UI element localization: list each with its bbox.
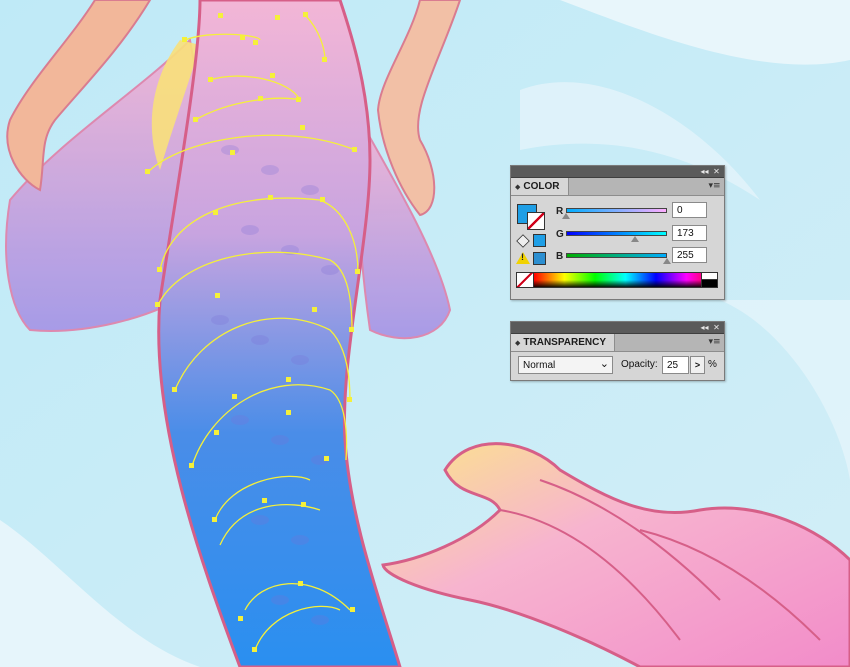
channel-g-label: G xyxy=(556,229,564,240)
channel-r-thumb[interactable] xyxy=(562,213,570,219)
transparency-panel[interactable]: ◂◂ ✕ ◆ TRANSPARENCY ▾≡ Normal ⌄ Opacity: … xyxy=(510,321,725,381)
warning-glyph: ! xyxy=(521,252,524,262)
channel-b-label: B xyxy=(556,251,564,262)
chevron-right-icon: > xyxy=(694,360,701,370)
blend-mode-select[interactable]: Normal ⌄ xyxy=(518,356,613,374)
panel-menu-icon[interactable]: ▾≡ xyxy=(708,337,721,348)
tab-arrows-icon: ◆ xyxy=(515,339,521,347)
color-panel[interactable]: ◂◂ ✕ ◆ COLOR ▾≡ ! R 0 G 173 B 255 xyxy=(510,165,725,300)
double-left-arrow-icon[interactable]: ◂◂ xyxy=(699,166,710,177)
percent-sign: % xyxy=(708,359,717,370)
transparency-panel-titlebar[interactable]: ◂◂ ✕ xyxy=(511,322,724,334)
blend-mode-value: Normal xyxy=(523,360,556,371)
opacity-stepper-button[interactable]: > xyxy=(690,356,705,374)
close-icon[interactable]: ✕ xyxy=(711,166,722,177)
panel-menu-icon[interactable]: ▾≡ xyxy=(708,181,721,192)
channel-r-input[interactable]: 0 xyxy=(672,202,707,218)
tab-transparency-label: TRANSPARENCY xyxy=(523,337,606,348)
tab-color-label: COLOR xyxy=(523,181,560,192)
tab-transparency[interactable]: ◆ TRANSPARENCY xyxy=(511,334,615,351)
web-safe-cube-icon[interactable] xyxy=(516,234,530,248)
black-swatch[interactable] xyxy=(701,279,718,288)
channel-g-thumb[interactable] xyxy=(630,236,639,242)
channel-g-slider[interactable] xyxy=(566,231,667,236)
channel-b-slider[interactable] xyxy=(566,253,667,258)
none-swatch[interactable] xyxy=(516,272,534,288)
color-spectrum-bar[interactable] xyxy=(533,272,718,288)
transparency-panel-tabrow: ◆ TRANSPARENCY ▾≡ xyxy=(511,334,724,352)
channel-r-slider[interactable] xyxy=(566,208,667,213)
channel-g-input[interactable]: 173 xyxy=(672,225,707,241)
double-left-arrow-icon[interactable]: ◂◂ xyxy=(699,322,710,333)
stroke-swatch[interactable] xyxy=(527,212,545,230)
warning-swatch[interactable] xyxy=(533,252,546,265)
color-panel-titlebar[interactable]: ◂◂ ✕ xyxy=(511,166,724,178)
opacity-input[interactable]: 25 xyxy=(662,356,689,374)
cube-swatch[interactable] xyxy=(533,234,546,247)
close-icon[interactable]: ✕ xyxy=(711,322,722,333)
tab-color[interactable]: ◆ COLOR xyxy=(511,178,569,195)
chevron-down-icon: ⌄ xyxy=(599,357,609,370)
opacity-label: Opacity: xyxy=(621,359,658,370)
tab-arrows-icon: ◆ xyxy=(515,183,521,191)
channel-b-input[interactable]: 255 xyxy=(672,247,707,263)
color-panel-tabrow: ◆ COLOR ▾≡ xyxy=(511,178,724,196)
channel-b-thumb[interactable] xyxy=(663,258,671,264)
